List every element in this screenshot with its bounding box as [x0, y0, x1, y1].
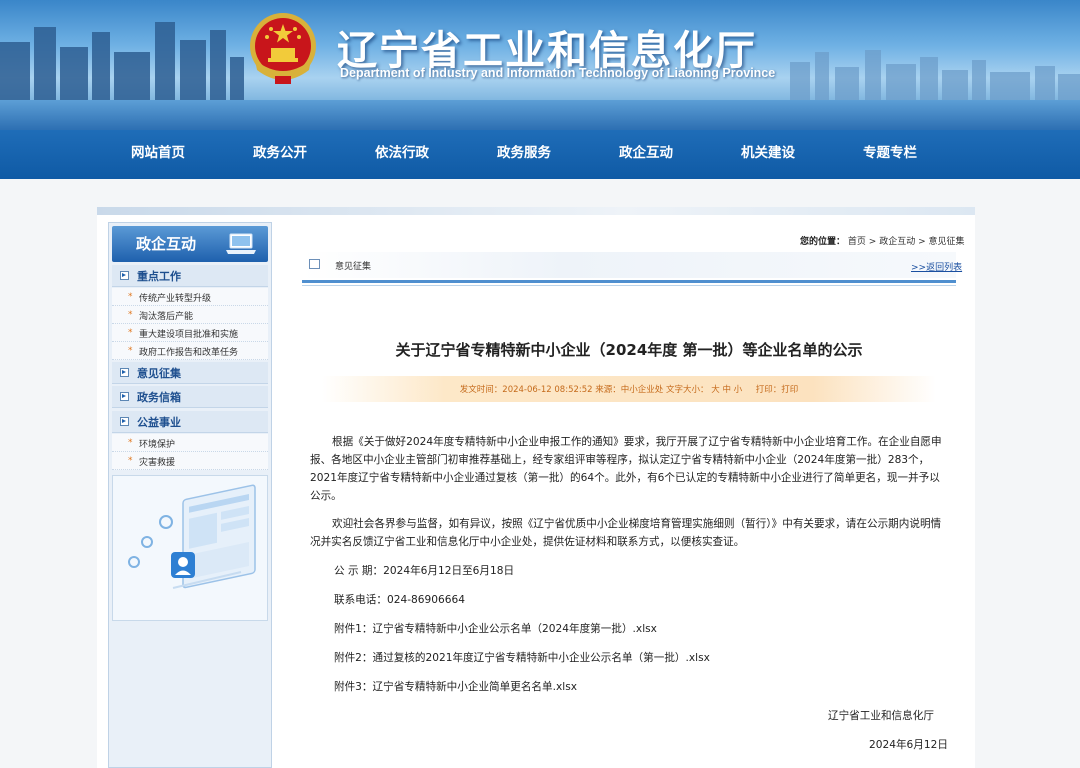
- breadcrumb-gov-enterprise[interactable]: 政企互动: [879, 237, 915, 247]
- nav-item-home[interactable]: 网站首页: [103, 130, 213, 179]
- print-link[interactable]: 打印：打印: [756, 385, 799, 395]
- article-title: 关于辽宁省专精特新中小企业（2024年度 第一批）等企业名单的公示: [395, 341, 863, 359]
- sidebar-item-gov-mailbox[interactable]: 政务信箱: [112, 386, 268, 408]
- back-to-list-link[interactable]: >>返回列表: [911, 260, 962, 273]
- sidebar-item-opinion-collection[interactable]: 意见征集: [112, 362, 268, 384]
- sidebar-item-key-work[interactable]: 重点工作: [112, 265, 268, 287]
- sidebar-subitem-label: 灾害救援: [139, 458, 176, 468]
- nav-item-special-topics[interactable]: 专题专栏: [835, 130, 945, 179]
- nav-item-gov-services[interactable]: 政务服务: [469, 130, 579, 179]
- section-header-bar: 意见征集: [302, 252, 956, 278]
- attachment-link[interactable]: 辽宁省专精特新中小企业简单更名名单.xlsx: [373, 681, 577, 693]
- site-banner: 辽宁省工业和信息化厅 Department of Industry and In…: [0, 0, 1080, 130]
- frame-top-strip: [97, 207, 975, 215]
- signature-date: 2024年6月12日: [869, 739, 948, 751]
- font-size-small-link[interactable]: 小: [734, 385, 743, 395]
- section-divider: [302, 280, 956, 283]
- article-meta: 发文时间：2024-06-12 08:52:52 来源：中小企业处 文字大小： …: [322, 383, 936, 395]
- publicity-period: 公 示 期：2024年6月12日至6月18日: [334, 565, 515, 577]
- breadcrumb-separator: >: [918, 237, 926, 247]
- sidebar-subitem[interactable]: * 淘汰落后产能: [112, 306, 268, 324]
- water-reflection: [0, 100, 1080, 130]
- publish-time: 发文时间：2024-06-12 08:52:52: [459, 385, 593, 395]
- attachment-item: 附件3：辽宁省专精特新中小企业简单更名名单.xlsx: [334, 679, 577, 694]
- nav-item-gov-affairs-open[interactable]: 政务公开: [225, 130, 335, 179]
- sidebar-illustration: [112, 475, 268, 621]
- sidebar-subitem[interactable]: * 传统产业转型升级: [112, 288, 268, 306]
- bullet-icon: *: [128, 346, 133, 356]
- site-title-english: Department of Industry and Information T…: [340, 66, 776, 80]
- bullet-icon: *: [128, 292, 133, 302]
- sidebar-group-label: 重点工作: [137, 270, 181, 283]
- bullet-icon: *: [128, 328, 133, 338]
- attachment-link[interactable]: 通过复核的2021年度辽宁省专精特新中小企业公示名单（第一批）.xlsx: [373, 652, 710, 664]
- sidebar-subitem[interactable]: * 重大建设项目批准和实施: [112, 324, 268, 342]
- laptop-icon: [226, 233, 256, 254]
- sidebar-subitem-label: 政府工作报告和改革任务: [139, 348, 239, 358]
- article-meta-bar: 发文时间：2024-06-12 08:52:52 来源：中小企业处 文字大小： …: [322, 376, 936, 402]
- sidebar-subitem[interactable]: * 环境保护: [112, 434, 268, 452]
- signature-organization: 辽宁省工业和信息化厅: [828, 710, 934, 722]
- expand-arrow-icon: [120, 368, 129, 377]
- bullet-icon: *: [128, 438, 133, 448]
- nav-item-organ-building[interactable]: 机关建设: [713, 130, 823, 179]
- expand-arrow-icon: [120, 271, 129, 280]
- location-breadcrumb: 您的位置： 首页 > 政企互动 > 意见征集: [800, 234, 965, 247]
- nav-item-law-administration[interactable]: 依法行政: [347, 130, 457, 179]
- expand-arrow-icon: [120, 417, 129, 426]
- attachment-link[interactable]: 辽宁省专精特新中小企业公示名单（2024年度第一批）.xlsx: [373, 623, 657, 635]
- sidebar-subitem-label: 淘汰落后产能: [139, 312, 194, 322]
- sidebar-group-label: 政务信箱: [137, 391, 181, 404]
- attachment-prefix: 附件1：: [334, 623, 373, 635]
- attachment-item: 附件2：通过复核的2021年度辽宁省专精特新中小企业公示名单（第一批）.xlsx: [334, 650, 710, 665]
- online-service-illustration: [113, 476, 267, 620]
- location-label: 您的位置：: [800, 237, 846, 247]
- attachment-item: 附件1：辽宁省专精特新中小企业公示名单（2024年度第一批）.xlsx: [334, 621, 657, 636]
- sidebar-group-label: 意见征集: [137, 367, 181, 380]
- sidebar-subitem[interactable]: * 政府工作报告和改革任务: [112, 342, 268, 360]
- sidebar-subitem-label: 重大建设项目批准和实施: [139, 330, 239, 340]
- breadcrumb-separator: >: [868, 237, 877, 247]
- expand-arrow-icon: [120, 392, 129, 401]
- sidebar-subitem-label: 环境保护: [139, 440, 176, 450]
- article-paragraph-2: 欢迎社会各界参与监督，如有异议，按照《辽宁省优质中小企业梯度培育管理实施细则（暂…: [310, 518, 942, 548]
- breadcrumb-opinion-collection[interactable]: 意见征集: [929, 237, 965, 247]
- document-icon: [309, 259, 320, 269]
- font-size-medium-link[interactable]: 中: [722, 385, 731, 395]
- bullet-icon: *: [128, 456, 133, 466]
- bullet-icon: *: [128, 310, 133, 320]
- attachment-prefix: 附件3：: [334, 681, 373, 693]
- sidebar-title: 政企互动: [136, 235, 197, 253]
- attachment-prefix: 附件2：: [334, 652, 373, 664]
- section-divider-thin: [302, 285, 956, 286]
- sidebar-group-label: 公益事业: [137, 416, 181, 429]
- sidebar: 政企互动 重点工作 * 传统产业转型升级 * 淘汰落后产能 * 重大建设项目批准…: [108, 222, 272, 768]
- article-paragraph-1: 根据《关于做好2024年度专精特新中小企业申报工作的通知》要求，我厅开展了辽宁省…: [310, 436, 942, 502]
- sidebar-header: 政企互动: [112, 226, 268, 262]
- contact-phone: 联系电话：024-86906664: [334, 594, 465, 606]
- sidebar-subitem-label: 传统产业转型升级: [139, 294, 212, 304]
- font-size-label: 文字大小：: [666, 385, 709, 395]
- main-navigation: 网站首页 政务公开 依法行政 政务服务 政企互动 机关建设 专题专栏: [0, 130, 1080, 179]
- sidebar-subitem[interactable]: * 灾害救援: [112, 452, 268, 470]
- breadcrumb-home[interactable]: 首页: [848, 237, 866, 247]
- font-size-large-link[interactable]: 大: [711, 385, 720, 395]
- sidebar-item-public-welfare[interactable]: 公益事业: [112, 411, 268, 433]
- national-emblem-logo: [250, 13, 316, 84]
- nav-item-gov-enterprise-interaction[interactable]: 政企互动: [591, 130, 701, 179]
- section-label: 意见征集: [335, 262, 372, 272]
- article-source: 来源：中小企业处: [595, 385, 664, 395]
